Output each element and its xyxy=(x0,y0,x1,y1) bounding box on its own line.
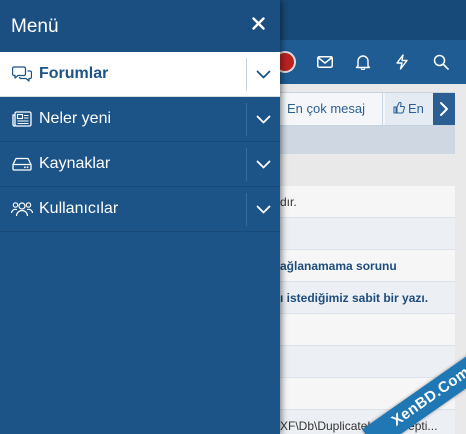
list-item-text xyxy=(280,314,455,346)
list-item-text xyxy=(280,218,455,250)
menu-item-label: Forumlar xyxy=(39,65,109,82)
tab-partial[interactable]: En xyxy=(385,93,433,125)
divider xyxy=(246,148,247,181)
expand-neler-yeni-toggle[interactable] xyxy=(250,108,276,132)
tabs-next-arrow-icon[interactable] xyxy=(433,93,455,125)
chevron-down-icon xyxy=(256,66,271,84)
menu-item-label: Kaynaklar xyxy=(39,155,111,172)
divider xyxy=(246,103,247,136)
chevron-down-icon xyxy=(256,201,271,219)
expand-kaynaklar-toggle[interactable] xyxy=(250,153,276,177)
close-button[interactable] xyxy=(246,14,270,38)
users-icon xyxy=(11,199,33,219)
menu-item-label: Neler yeni xyxy=(39,110,112,127)
list-item-text: ı istediğimiz sabit bir yazı. xyxy=(280,291,429,305)
bell-icon[interactable] xyxy=(352,51,374,73)
menu-item-kaynaklar[interactable]: Kaynaklar xyxy=(0,142,280,187)
menu-drawer: Menü Forumlar Neler yeni Kaynaklar Kulla… xyxy=(0,0,280,434)
list-item-text xyxy=(280,346,455,378)
thumbs-up-icon xyxy=(393,94,405,125)
forum-chat-icon xyxy=(11,64,33,84)
search-icon[interactable] xyxy=(430,51,452,73)
tab-most-messages[interactable]: En çok mesaj xyxy=(279,93,383,125)
list-item-text: dır. xyxy=(280,195,297,209)
chevron-down-icon xyxy=(256,156,271,174)
tab-partial-label: En xyxy=(408,101,424,116)
newspaper-icon xyxy=(11,109,33,129)
menu-item-neler-yeni[interactable]: Neler yeni xyxy=(0,97,280,142)
menu-item-forumlar[interactable]: Forumlar xyxy=(0,52,280,97)
chevron-down-icon xyxy=(256,111,271,129)
expand-forumlar-toggle[interactable] xyxy=(250,63,276,87)
lightning-icon[interactable] xyxy=(391,51,413,73)
divider xyxy=(246,193,247,226)
expand-kullanicilar-toggle[interactable] xyxy=(250,198,276,222)
drive-icon xyxy=(11,154,33,174)
menu-title: Menü xyxy=(11,16,59,37)
divider xyxy=(246,58,247,91)
mail-icon[interactable] xyxy=(314,51,336,73)
menu-header: Menü xyxy=(0,0,280,52)
menu-item-kullanicilar[interactable]: Kullanıcılar xyxy=(0,187,280,232)
close-icon xyxy=(251,17,265,35)
list-item-text: ağlanamama sorunu xyxy=(280,259,397,273)
menu-item-label: Kullanıcılar xyxy=(39,200,119,217)
